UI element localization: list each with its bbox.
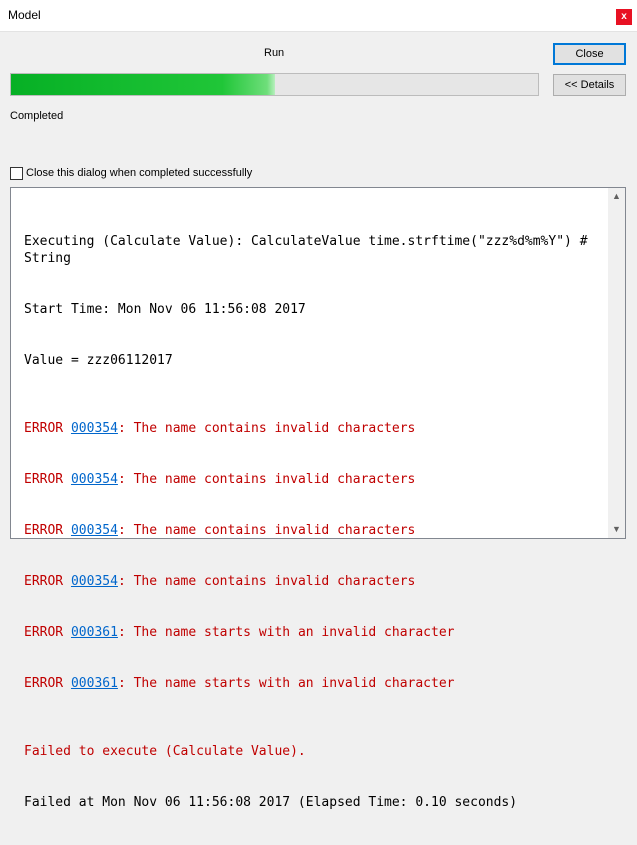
status-text: Completed — [10, 110, 64, 122]
error-prefix: ERROR — [24, 472, 71, 487]
error-code-link[interactable]: 000354 — [71, 523, 118, 538]
error-line: ERROR 000361: The name starts with an in… — [24, 624, 604, 641]
run-label: Run — [264, 47, 285, 59]
window-title: Model — [8, 8, 41, 22]
vertical-scrollbar[interactable]: ▲ ▼ — [608, 188, 625, 538]
error-code-link[interactable]: 000361 — [71, 625, 118, 640]
message-log[interactable]: Executing (Calculate Value): CalculateVa… — [10, 187, 626, 810]
error-message: : The name contains invalid characters — [117, 574, 416, 589]
error-prefix: ERROR — [24, 523, 71, 538]
final-line: Failed at Mon Nov 06 11:56:08 2017 (Elap… — [24, 795, 518, 810]
log-text: Executing (Calculate Value): CalculateVa… — [24, 199, 604, 845]
close-window-icon[interactable]: x — [616, 9, 632, 25]
log-line: Value = zzz06112017 — [24, 353, 173, 368]
error-code-link[interactable]: 000354 — [71, 421, 118, 436]
log-line: Executing (Calculate Value): CalculateVa… — [24, 234, 596, 266]
progress-bar — [10, 73, 539, 96]
error-prefix: ERROR — [24, 574, 71, 589]
error-message: : The name contains invalid characters — [117, 523, 416, 538]
error-code-link[interactable]: 000361 — [71, 676, 118, 691]
progress-fill — [11, 74, 275, 95]
scroll-down-icon[interactable]: ▼ — [608, 521, 625, 538]
error-message: : The name starts with an invalid charac… — [117, 625, 455, 640]
error-line: ERROR 000361: The name starts with an in… — [24, 675, 604, 692]
error-line: ERROR 000354: The name contains invalid … — [24, 573, 604, 590]
error-prefix: ERROR — [24, 676, 71, 691]
error-message: : The name contains invalid characters — [117, 421, 416, 436]
scroll-up-icon[interactable]: ▲ — [608, 188, 625, 205]
title-bar: Model x — [0, 0, 637, 32]
error-line: ERROR 000354: The name contains invalid … — [24, 420, 604, 437]
details-button[interactable]: << Details — [553, 74, 626, 96]
close-on-complete-label[interactable]: Close this dialog when completed success… — [26, 167, 252, 179]
error-code-link[interactable]: 000354 — [71, 574, 118, 589]
error-line: ERROR 000354: The name contains invalid … — [24, 471, 604, 488]
close-button[interactable]: Close — [553, 43, 626, 65]
close-on-complete-checkbox[interactable] — [10, 167, 23, 180]
error-message: : The name starts with an invalid charac… — [117, 676, 455, 691]
error-prefix: ERROR — [24, 625, 71, 640]
error-code-link[interactable]: 000354 — [71, 472, 118, 487]
error-prefix: ERROR — [24, 421, 71, 436]
log-line: Start Time: Mon Nov 06 11:56:08 2017 — [24, 302, 306, 317]
error-line: ERROR 000354: The name contains invalid … — [24, 522, 604, 539]
error-message: : The name contains invalid characters — [117, 472, 416, 487]
failed-line: Failed to execute (Calculate Value). — [24, 744, 306, 759]
